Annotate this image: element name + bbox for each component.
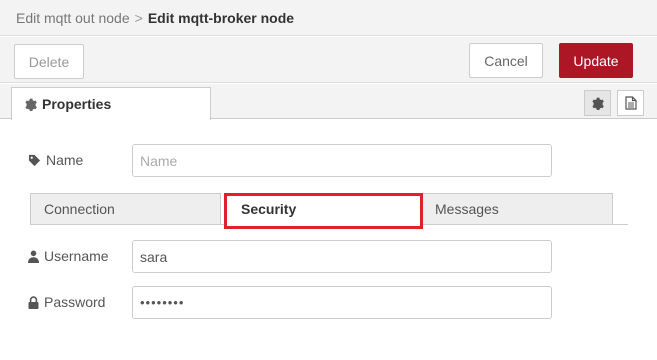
cancel-button[interactable]: Cancel: [469, 43, 543, 78]
gear-icon: [592, 97, 604, 110]
tab-connection[interactable]: Connection: [30, 193, 221, 225]
properties-tabbar: Properties: [0, 84, 657, 120]
breadcrumb: Edit mqtt out node > Edit mqtt-broker node: [16, 10, 294, 26]
username-field[interactable]: sara: [132, 240, 552, 273]
update-button[interactable]: Update: [559, 43, 633, 78]
settings-button[interactable]: [584, 90, 611, 116]
name-field[interactable]: Name: [132, 144, 552, 177]
delete-button[interactable]: Delete: [14, 44, 84, 79]
tab-messages[interactable]: Messages: [421, 193, 613, 225]
breadcrumb-current: Edit mqtt-broker node: [147, 10, 295, 26]
password-label: Password: [44, 294, 106, 310]
tag-icon: [28, 154, 41, 166]
dialog-header: Edit mqtt out node > Edit mqtt-broker node: [0, 0, 657, 36]
breadcrumb-previous[interactable]: Edit mqtt out node: [16, 10, 130, 26]
description-button[interactable]: [617, 90, 644, 116]
password-value: ••••••••: [140, 295, 185, 310]
password-field[interactable]: ••••••••: [132, 286, 552, 319]
name-label: Name: [46, 152, 84, 168]
document-icon: [624, 96, 637, 110]
lock-icon: [28, 295, 39, 309]
tab-security[interactable]: Security: [224, 193, 421, 225]
user-icon: [28, 250, 39, 263]
tab-properties[interactable]: Properties: [11, 87, 211, 120]
name-label-row: Name: [28, 152, 83, 168]
dialog-toolbar: Delete Cancel Update: [0, 37, 657, 83]
gear-icon: [25, 98, 37, 111]
username-label: Username: [44, 248, 109, 264]
breadcrumb-separator: >: [134, 10, 143, 26]
username-label-row: Username: [28, 248, 109, 264]
tab-properties-label: Properties: [42, 96, 112, 112]
password-label-row: Password: [28, 294, 105, 310]
